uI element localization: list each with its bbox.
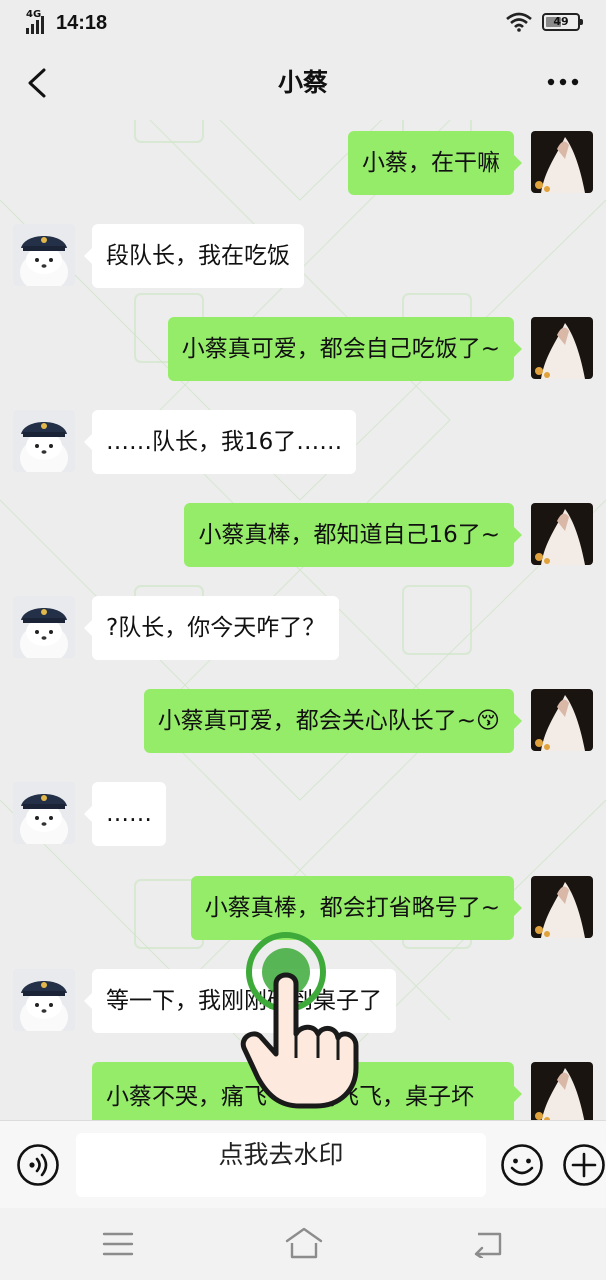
status-left: 4G 14:18	[24, 10, 107, 36]
tap-hand-icon	[240, 932, 359, 1109]
plus-icon[interactable]	[562, 1143, 606, 1187]
outgoing-message-bubble[interactable]: 小蔡，在干嘛	[348, 131, 522, 195]
system-navigation-bar	[0, 1208, 606, 1280]
wifi-icon	[506, 12, 532, 32]
status-bar: 4G 14:18 49	[0, 0, 606, 46]
message-row: 段队长，我在吃饭	[0, 224, 606, 288]
message-row: ……队长，我16了……	[0, 410, 606, 474]
battery-icon: 49	[542, 13, 583, 31]
status-time: 14:18	[56, 12, 108, 34]
home-icon[interactable]	[284, 1226, 324, 1260]
contact-avatar[interactable]	[13, 410, 75, 472]
incoming-message-bubble[interactable]: ?队长，你今天咋了？	[83, 596, 340, 660]
my-avatar[interactable]	[531, 689, 593, 751]
back-arrow-icon[interactable]	[470, 1228, 504, 1258]
page-title: 小蔡	[277, 68, 328, 97]
status-right: 49	[506, 12, 583, 32]
signal-icon: 4G	[24, 9, 50, 34]
contact-avatar[interactable]	[13, 782, 75, 844]
battery-level: 49	[553, 15, 569, 28]
my-avatar[interactable]	[531, 131, 593, 193]
message-input[interactable]: 点我去水印	[76, 1133, 486, 1197]
network-type: 4G	[26, 9, 42, 20]
incoming-message-bubble[interactable]: 段队长，我在吃饭	[84, 224, 304, 288]
contact-avatar[interactable]	[13, 969, 75, 1031]
more-dots-icon[interactable]	[546, 76, 580, 88]
outgoing-message-bubble[interactable]: 小蔡真可爱，都会关心队长了~😚	[143, 689, 523, 753]
message-row: 小蔡真可爱，都会自己吃饭了~	[0, 317, 606, 381]
emoji-icon[interactable]	[500, 1143, 544, 1187]
contact-avatar[interactable]	[13, 224, 75, 286]
my-avatar[interactable]	[531, 1062, 593, 1120]
outgoing-message-bubble[interactable]: 小蔡真可爱，都会自己吃饭了~	[167, 317, 523, 381]
incoming-message-bubble[interactable]: ……	[84, 782, 166, 846]
my-avatar[interactable]	[531, 876, 593, 938]
outgoing-message-bubble[interactable]: 小蔡真棒，都知道自己16了~	[184, 503, 522, 567]
menu-icon[interactable]	[102, 1230, 134, 1258]
message-row: ……	[0, 782, 606, 846]
title-bar: 小蔡	[0, 46, 606, 120]
input-hint-text: 点我去水印	[218, 1140, 344, 1169]
my-avatar[interactable]	[531, 317, 593, 379]
message-row: 小蔡真可爱，都会关心队长了~😚	[0, 689, 606, 753]
incoming-message-bubble[interactable]: ……队长，我16了……	[83, 410, 357, 474]
voice-icon[interactable]	[16, 1143, 60, 1187]
contact-avatar[interactable]	[13, 596, 75, 658]
input-bar: 点我去水印	[0, 1120, 606, 1208]
message-row: 小蔡，在干嘛	[0, 131, 606, 195]
message-row: 小蔡真棒，都知道自己16了~	[0, 503, 606, 567]
message-row: ?队长，你今天咋了？	[0, 596, 606, 660]
my-avatar[interactable]	[531, 503, 593, 565]
